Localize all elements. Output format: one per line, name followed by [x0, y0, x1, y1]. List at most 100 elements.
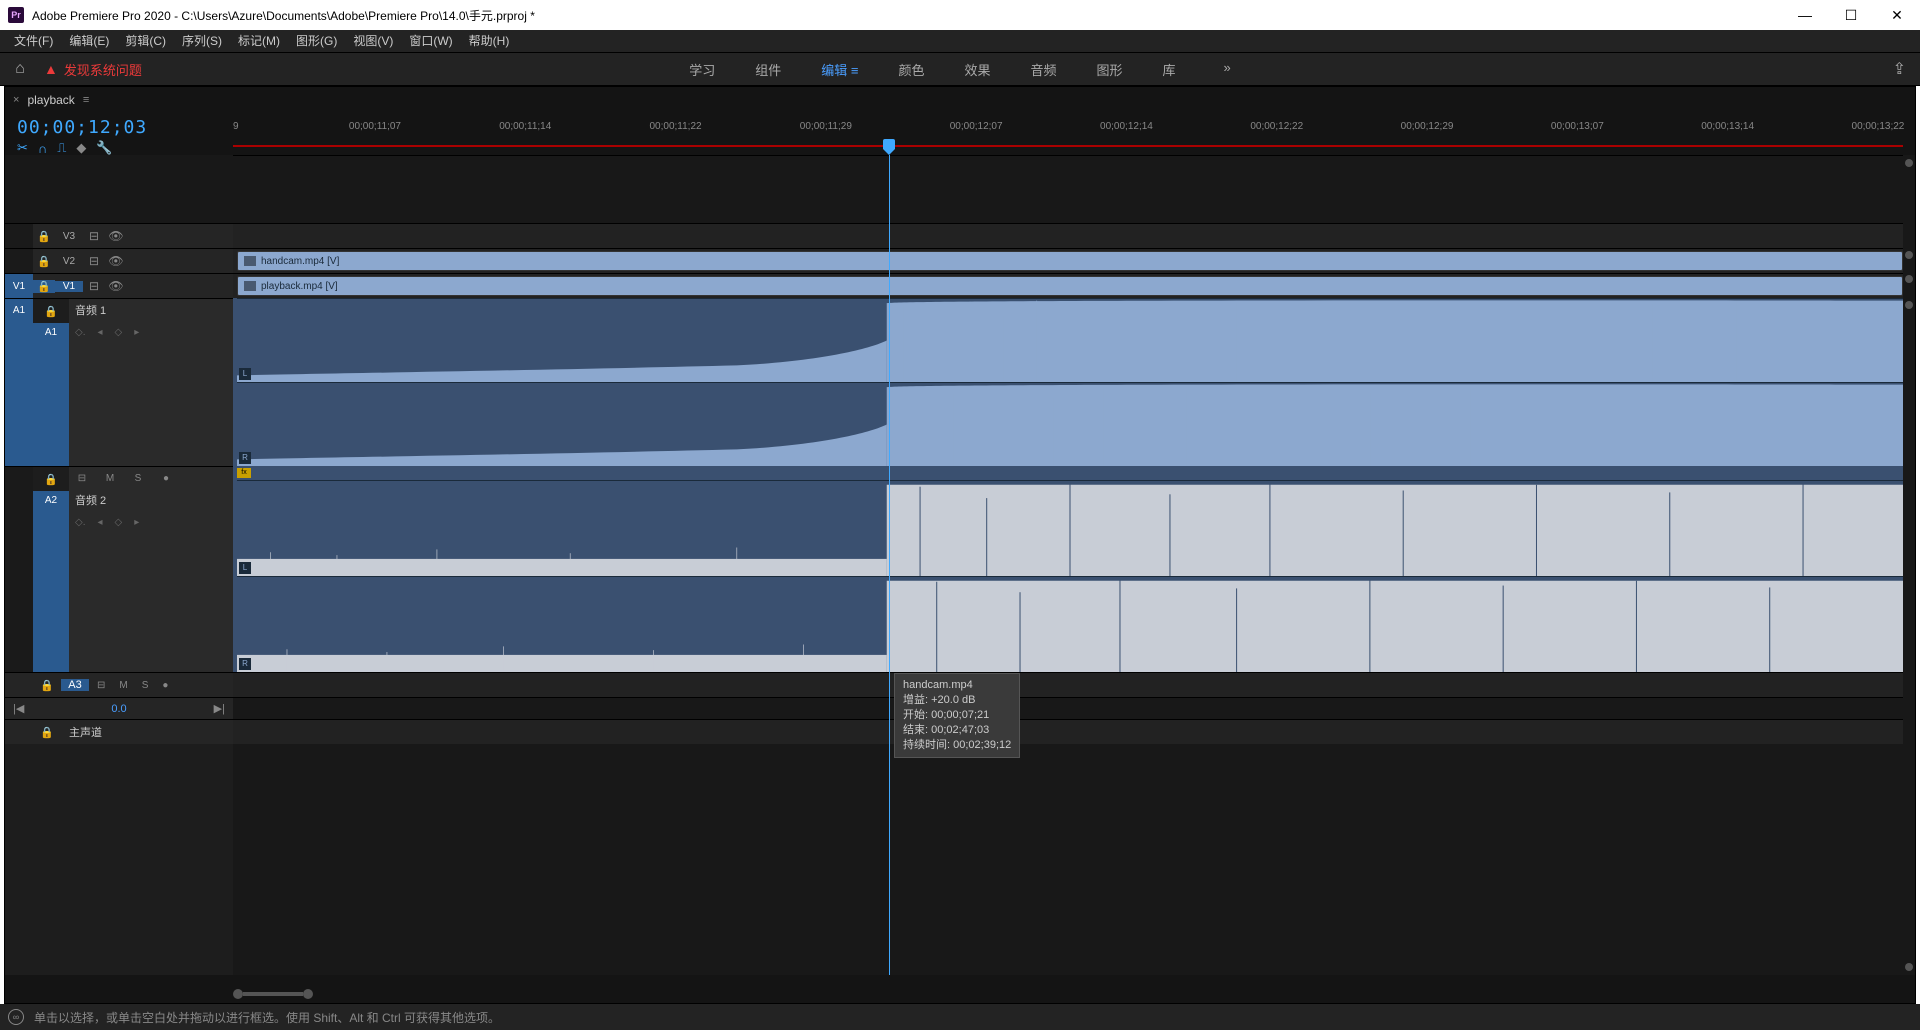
lane-v3[interactable] — [233, 223, 1903, 248]
track-target-a3[interactable]: A3 — [61, 679, 89, 691]
linked-selection-icon[interactable]: ⎍ — [57, 140, 66, 156]
home-icon[interactable]: ⌂ — [0, 60, 40, 78]
source-patch-v1[interactable]: V1 — [5, 274, 33, 298]
ws-tab-effects[interactable]: 效果 — [964, 60, 990, 79]
eye-icon[interactable]: 👁 — [105, 254, 127, 268]
track-target-a1[interactable]: A1 — [33, 323, 69, 466]
lock-icon[interactable]: 🔒 — [33, 679, 61, 692]
insert-mode-icon[interactable]: ✂ — [17, 140, 28, 156]
track-header-v1[interactable]: V1 🔒 V1 ⊟ 👁 — [5, 273, 233, 298]
eye-icon[interactable]: 👁 — [105, 279, 127, 293]
lock-icon[interactable]: 🔒 — [33, 255, 55, 268]
ws-tab-learn[interactable]: 学习 — [689, 60, 715, 79]
keyframe-mode-icon[interactable]: ◇. — [75, 327, 85, 338]
scroll-indicator[interactable] — [1905, 275, 1913, 283]
clip-playback-video[interactable]: playback.mp4 [V] — [237, 276, 1903, 296]
track-header-v2[interactable]: 🔒 V2 ⊟ 👁 — [5, 248, 233, 273]
pan-value[interactable]: 0.0 — [24, 703, 213, 715]
solo-button[interactable]: S — [131, 473, 145, 484]
track-header-a2[interactable]: 🔒 A2 ⊟ M S ● 音频 2 ◇. ◂ ◇ ▸ — [5, 466, 233, 672]
wrench-icon[interactable]: 🔧 — [96, 140, 112, 156]
prev-keyframe-icon[interactable]: ◂ — [97, 327, 102, 338]
track-header-master[interactable]: 🔒 主声道 — [5, 719, 233, 744]
ws-tab-assembly[interactable]: 组件 — [755, 60, 781, 79]
panel-tab-label[interactable]: playback — [27, 93, 74, 107]
track-header-a1[interactable]: A1 🔒 A1 音频 1 ◇. ◂ ◇ ▸ — [5, 298, 233, 466]
track-header-a3[interactable]: 🔒 A3 ⊟ M S ● — [5, 672, 233, 697]
lock-icon[interactable]: 🔒 — [33, 726, 61, 739]
pan-next-icon[interactable]: ▶| — [214, 702, 225, 715]
zoom-scrollbar[interactable] — [233, 989, 1903, 999]
audio-channel-a2-r[interactable]: R — [237, 576, 1903, 672]
work-area-bar[interactable] — [233, 145, 1903, 147]
lock-icon[interactable]: 🔒 — [33, 299, 69, 323]
sync-lock-icon[interactable]: ⊟ — [83, 254, 105, 268]
lane-a2[interactable]: fx L — [233, 466, 1903, 672]
time-ruler[interactable]: 9 00;00;11;07 00;00;11;14 00;00;11;22 00… — [233, 113, 1915, 155]
ws-overflow-icon[interactable]: » — [1224, 60, 1231, 79]
panel-menu-icon[interactable]: ≡ — [83, 94, 89, 106]
source-patch-a1[interactable]: A1 — [5, 299, 33, 466]
menu-marker[interactable]: 标记(M) — [230, 30, 288, 52]
share-icon[interactable]: ⇪ — [1893, 59, 1906, 79]
playhead-timecode[interactable]: 00;00;12;03 — [17, 117, 225, 138]
ws-tab-audio[interactable]: 音频 — [1031, 60, 1057, 79]
prev-keyframe-icon[interactable]: ◂ — [97, 517, 102, 528]
clip-handcam-video[interactable]: handcam.mp4 [V] — [237, 251, 1903, 271]
mute-button[interactable]: M — [119, 680, 127, 691]
lane-master[interactable] — [233, 719, 1903, 744]
creative-cloud-icon[interactable]: ∞ — [8, 1009, 24, 1025]
minimize-button[interactable]: — — [1782, 0, 1828, 30]
playhead-handle[interactable] — [883, 139, 895, 149]
maximize-button[interactable]: ☐ — [1828, 0, 1874, 30]
scroll-indicator[interactable] — [1905, 159, 1913, 167]
sync-lock-icon[interactable]: ⊟ — [83, 229, 105, 243]
track-target-a2[interactable]: A2 — [33, 491, 69, 672]
track-target-v1[interactable]: V1 — [55, 281, 83, 292]
menu-edit[interactable]: 编辑(E) — [61, 30, 117, 52]
ws-tab-color[interactable]: 颜色 — [898, 60, 924, 79]
lock-icon[interactable]: 🔒 — [33, 280, 55, 293]
sync-lock-icon[interactable]: ⊟ — [97, 680, 105, 691]
add-keyframe-icon[interactable]: ◇ — [115, 517, 123, 528]
lock-icon[interactable]: 🔒 — [33, 467, 69, 491]
scroll-indicator[interactable] — [1905, 251, 1913, 259]
lane-v1[interactable]: playback.mp4 [V] — [233, 273, 1903, 298]
sync-lock-icon[interactable]: ⊟ — [75, 473, 89, 484]
lane-v2[interactable]: handcam.mp4 [V] — [233, 248, 1903, 273]
fx-badge[interactable]: fx — [237, 468, 251, 478]
menu-clip[interactable]: 剪辑(C) — [117, 30, 174, 52]
sync-lock-icon[interactable]: ⊟ — [83, 279, 105, 293]
audio-channel-a1-l[interactable]: L — [237, 298, 1903, 382]
zoom-handle-right[interactable] — [303, 989, 313, 999]
next-keyframe-icon[interactable]: ▸ — [134, 327, 139, 338]
menu-help[interactable]: 帮助(H) — [461, 30, 518, 52]
audio-channel-a2-l[interactable]: L — [237, 480, 1903, 576]
timeline-clips-area[interactable]: handcam.mp4 [V] playback.mp4 [V] — [233, 155, 1915, 975]
playhead-line[interactable] — [889, 155, 890, 975]
lane-a1[interactable]: L R — [233, 298, 1903, 466]
ws-tab-graphics[interactable]: 图形 — [1097, 60, 1123, 79]
menu-graphics[interactable]: 图形(G) — [288, 30, 345, 52]
menu-view[interactable]: 视图(V) — [345, 30, 401, 52]
audio-channel-a1-r[interactable]: R — [237, 382, 1903, 466]
menu-sequence[interactable]: 序列(S) — [174, 30, 230, 52]
panel-close-icon[interactable]: × — [13, 94, 19, 106]
scroll-indicator[interactable] — [1905, 963, 1913, 971]
add-keyframe-icon[interactable]: ◇ — [115, 327, 123, 338]
keyframe-mode-icon[interactable]: ◇. — [75, 517, 85, 528]
snap-icon[interactable]: ∩ — [38, 141, 47, 156]
zoom-handle-left[interactable] — [233, 989, 243, 999]
menu-window[interactable]: 窗口(W) — [401, 30, 460, 52]
voice-record-icon[interactable]: ● — [162, 680, 168, 691]
marker-icon[interactable]: ◆ — [76, 140, 86, 156]
mute-button[interactable]: M — [103, 473, 117, 484]
ws-tab-editing[interactable]: 编辑 — [821, 60, 858, 79]
menu-file[interactable]: 文件(F) — [6, 30, 61, 52]
system-alert[interactable]: ▲ 发现系统问题 — [44, 60, 142, 79]
voice-record-icon[interactable]: ● — [159, 473, 173, 484]
close-button[interactable]: ✕ — [1874, 0, 1920, 30]
track-header-v3[interactable]: 🔒 V3 ⊟ 👁 — [5, 223, 233, 248]
scroll-indicator[interactable] — [1905, 301, 1913, 309]
solo-button[interactable]: S — [142, 680, 149, 691]
